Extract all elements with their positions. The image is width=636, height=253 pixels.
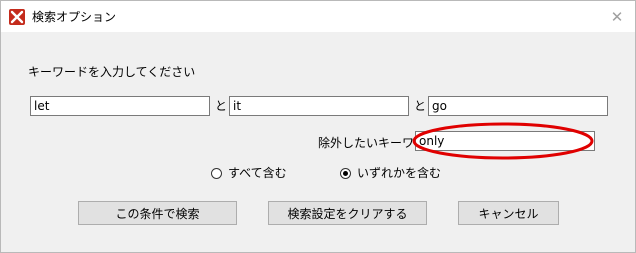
exclude-keyword-input[interactable] — [415, 131, 595, 151]
radio-include-any-label: いずれかを含む — [357, 166, 442, 180]
keyword1-input[interactable] — [30, 96, 210, 116]
instruction-label: キーワードを入力してください — [28, 65, 196, 79]
radio-include-any[interactable]: いずれかを含む — [340, 165, 441, 181]
keyword3-input[interactable] — [428, 96, 608, 116]
cancel-button[interactable]: キャンセル — [458, 201, 559, 225]
close-icon: ✕ — [610, 7, 624, 26]
close-button[interactable]: ✕ — [607, 7, 627, 27]
title-bar: 検索オプション ✕ — [1, 1, 635, 32]
connector-label-1: と — [215, 99, 228, 113]
radio-checked-icon — [340, 167, 351, 179]
app-icon — [9, 9, 25, 25]
clear-settings-button[interactable]: 検索設定をクリアする — [268, 201, 427, 225]
keyword2-input[interactable] — [229, 96, 409, 116]
window-title: 検索オプション — [32, 10, 117, 24]
clear-settings-button-label: 検索設定をクリアする — [287, 206, 408, 221]
radio-unchecked-icon — [211, 167, 222, 179]
radio-include-all[interactable]: すべて含む — [211, 165, 287, 181]
search-options-dialog: 検索オプション ✕ キーワードを入力してください と と 除外したいキーワード … — [0, 0, 636, 253]
search-button[interactable]: この条件で検索 — [78, 201, 237, 225]
radio-include-all-label: すべて含む — [228, 166, 287, 180]
search-button-label: この条件で検索 — [115, 206, 200, 221]
cancel-button-label: キャンセル — [478, 206, 539, 221]
connector-label-2: と — [414, 99, 427, 113]
